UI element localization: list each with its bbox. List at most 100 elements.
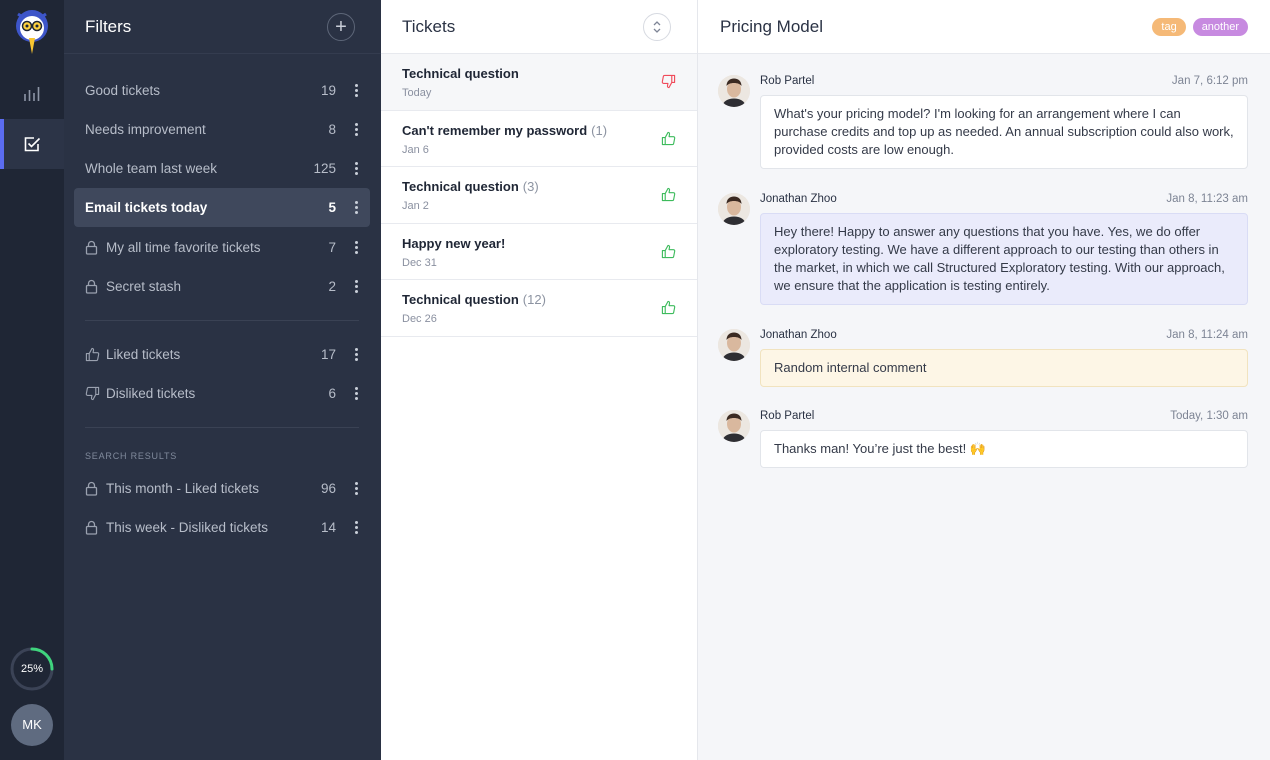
author-avatar[interactable] bbox=[718, 329, 750, 361]
filters-panel: Filters + Good tickets 19 Needs improvemen… bbox=[64, 0, 381, 760]
author-avatar[interactable] bbox=[718, 75, 750, 107]
ticket-reply-count: (3) bbox=[522, 179, 539, 194]
message-bubble: Thanks man! You’re just the best! 🙌 bbox=[760, 430, 1248, 468]
reports-nav-button[interactable] bbox=[0, 69, 64, 119]
more-options-icon[interactable] bbox=[354, 521, 358, 534]
filter-count: 96 bbox=[320, 481, 336, 496]
filter-item[interactable]: Secret stash 2 bbox=[74, 267, 370, 306]
more-options-icon[interactable] bbox=[354, 482, 358, 495]
conversation-title: Pricing Model bbox=[720, 16, 823, 36]
author-avatar[interactable] bbox=[718, 193, 750, 225]
thumbs-up-icon[interactable] bbox=[661, 244, 677, 260]
thumbs-down-icon bbox=[85, 386, 100, 401]
thumbs-up-icon[interactable] bbox=[661, 300, 677, 316]
ticket-reply-count: (12) bbox=[522, 292, 546, 307]
filter-item[interactable]: This week - Disliked tickets 14 bbox=[74, 508, 370, 547]
author-name: Jonathan Zhoo bbox=[760, 329, 837, 341]
tag-badge[interactable]: tag bbox=[1152, 17, 1186, 36]
ticket-date: Today bbox=[402, 87, 432, 99]
filter-label: This month - Liked tickets bbox=[106, 481, 260, 496]
lock-icon bbox=[85, 279, 100, 294]
ticket-row[interactable]: Technical question (3) Jan 2 bbox=[381, 167, 697, 224]
filter-count: 7 bbox=[328, 240, 336, 255]
author-name: Jonathan Zhoo bbox=[760, 193, 837, 205]
ticket-title-text: Can't remember my password bbox=[402, 122, 588, 138]
filter-count: 2 bbox=[328, 279, 336, 294]
tickets-title: Tickets bbox=[402, 16, 456, 36]
ticket-row[interactable]: Happy new year! Dec 31 bbox=[381, 224, 697, 280]
filter-item[interactable]: Whole team last week 125 bbox=[74, 149, 370, 188]
ticket-date: Dec 26 bbox=[402, 313, 437, 325]
message-time: Jan 8, 11:24 am bbox=[1166, 329, 1248, 341]
tag-list: tag another bbox=[1152, 17, 1248, 36]
lock-icon bbox=[85, 481, 100, 496]
bar-chart-icon bbox=[24, 87, 40, 101]
lock-icon bbox=[85, 520, 100, 535]
author-avatar[interactable] bbox=[718, 410, 750, 442]
divider bbox=[85, 427, 359, 428]
more-options-icon[interactable] bbox=[354, 162, 358, 175]
filter-label: Whole team last week bbox=[85, 161, 218, 176]
ticket-row[interactable]: Technical question Today bbox=[381, 54, 697, 111]
message-time: Jan 7, 6:12 pm bbox=[1171, 75, 1248, 87]
ticket-title: Can't remember my password (1) bbox=[402, 123, 677, 138]
ticket-row[interactable]: Technical question (12) Dec 26 bbox=[381, 280, 697, 337]
ticket-title: Technical question (3) bbox=[402, 179, 677, 194]
message-header: Jonathan Zhoo Jan 8, 11:23 am bbox=[760, 193, 1248, 205]
thumbs-up-icon[interactable] bbox=[661, 187, 677, 203]
message-bubble: Hey there! Happy to answer any questions… bbox=[760, 213, 1248, 305]
more-options-icon[interactable] bbox=[354, 123, 358, 136]
ticket-date: Jan 2 bbox=[402, 200, 429, 212]
message-time: Today, 1:30 am bbox=[1170, 410, 1248, 422]
message-bubble: What's your pricing model? I'm looking f… bbox=[760, 95, 1248, 169]
owl-logo-icon[interactable] bbox=[14, 8, 50, 58]
filter-label: Liked tickets bbox=[106, 347, 181, 362]
sort-icon bbox=[653, 20, 661, 33]
thumbs-up-icon[interactable] bbox=[661, 131, 677, 147]
filter-item[interactable]: Email tickets today 5 bbox=[74, 188, 370, 227]
filter-item[interactable]: Disliked tickets 6 bbox=[74, 374, 370, 413]
filter-label: Email tickets today bbox=[85, 200, 208, 215]
progress-ring: 25% bbox=[10, 647, 54, 691]
more-options-icon[interactable] bbox=[354, 84, 358, 97]
ticket-title: Technical question bbox=[402, 66, 677, 81]
message-time: Jan 8, 11:23 am bbox=[1166, 193, 1248, 205]
ticket-title-text: Technical question bbox=[402, 179, 519, 194]
filter-item[interactable]: Liked tickets 17 bbox=[74, 335, 370, 374]
filter-count: 125 bbox=[313, 161, 336, 176]
filter-item[interactable]: My all time favorite tickets 7 bbox=[74, 228, 370, 267]
filter-count: 17 bbox=[320, 347, 336, 362]
ticket-title: Technical question (12) bbox=[402, 292, 677, 307]
conversation-panel: Pricing Model tag another Rob Partel Jan 7… bbox=[698, 0, 1270, 760]
more-options-icon[interactable] bbox=[354, 348, 358, 361]
add-filter-button[interactable]: + bbox=[327, 12, 355, 41]
divider bbox=[85, 320, 359, 321]
checkbox-icon bbox=[24, 137, 41, 152]
ticket-title: Happy new year! bbox=[402, 236, 677, 251]
more-options-icon[interactable] bbox=[354, 241, 358, 254]
thumbs-up-icon bbox=[85, 347, 100, 362]
filter-item[interactable]: Needs improvement 8 bbox=[74, 110, 370, 149]
more-options-icon[interactable] bbox=[354, 387, 358, 400]
filter-label: Needs improvement bbox=[85, 122, 206, 137]
plus-icon: + bbox=[335, 15, 347, 38]
tag-badge[interactable]: another bbox=[1192, 17, 1248, 36]
filter-item[interactable]: Good tickets 19 bbox=[74, 71, 370, 110]
filter-count: 8 bbox=[328, 122, 336, 137]
filter-item[interactable]: This month - Liked tickets 96 bbox=[74, 469, 370, 508]
thumbs-down-icon[interactable] bbox=[661, 74, 677, 90]
ticket-row[interactable]: Can't remember my password (1) Jan 6 bbox=[381, 111, 697, 167]
more-options-icon[interactable] bbox=[354, 280, 358, 293]
ticket-title-text: Happy new year! bbox=[402, 235, 506, 251]
progress-label: 25% bbox=[20, 663, 44, 675]
tickets-nav-button[interactable] bbox=[0, 119, 64, 169]
filter-label: Good tickets bbox=[85, 83, 161, 98]
author-name: Rob Partel bbox=[760, 410, 815, 422]
sort-button[interactable] bbox=[643, 12, 671, 41]
filter-label: Disliked tickets bbox=[106, 386, 196, 401]
ticket-date: Dec 31 bbox=[402, 256, 437, 269]
ticket-reply-count: (1) bbox=[591, 122, 608, 138]
user-avatar[interactable]: MK bbox=[11, 704, 53, 746]
more-options-icon[interactable] bbox=[354, 201, 358, 214]
section-label: SEARCH RESULTS bbox=[85, 451, 178, 461]
